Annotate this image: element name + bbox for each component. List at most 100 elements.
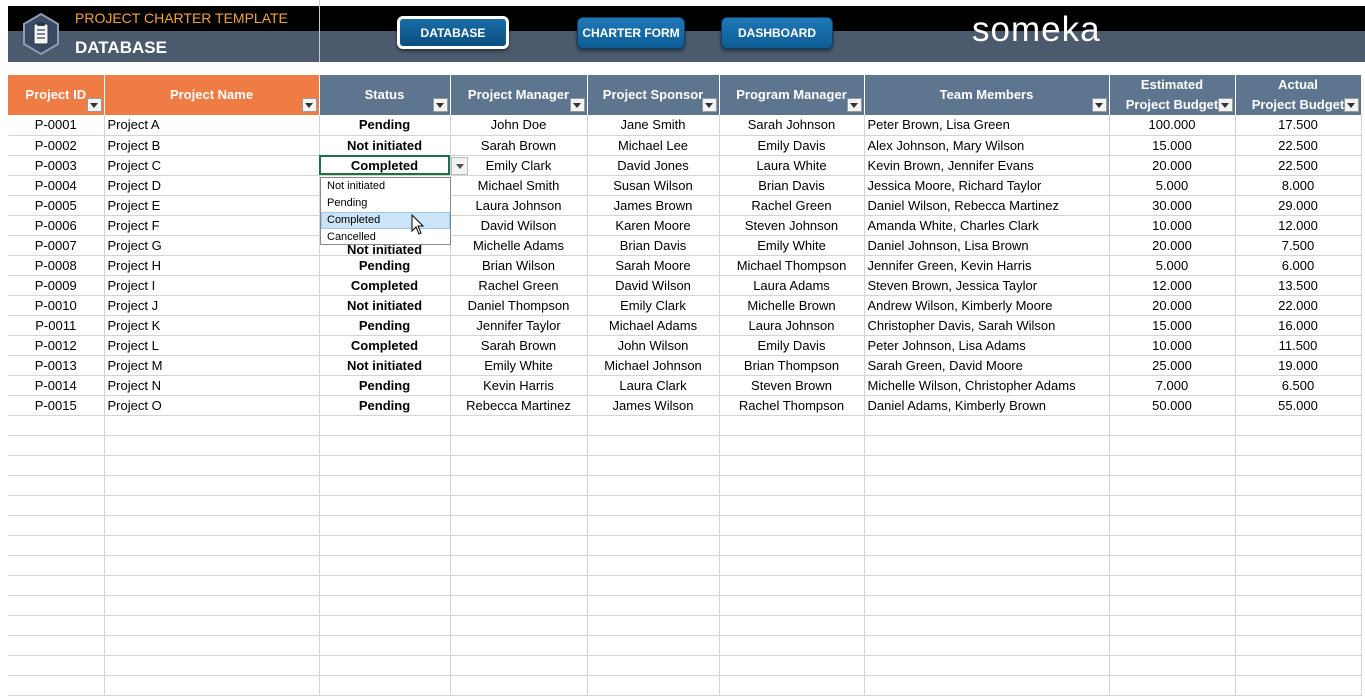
cell-project-name[interactable]: Project K: [104, 315, 320, 336]
cell-project-id[interactable]: P-0014: [8, 375, 105, 396]
cell-project-id[interactable]: P-0008: [8, 255, 105, 276]
cell-project-sponsor[interactable]: [587, 635, 720, 656]
cell-project-manager[interactable]: Daniel Thompson: [450, 295, 588, 316]
cell-project-name[interactable]: [104, 435, 320, 456]
cell-project-manager[interactable]: Kevin Harris: [450, 375, 588, 396]
cell-project-name[interactable]: Project E: [104, 195, 320, 216]
cell-status[interactable]: [319, 615, 451, 636]
cell-project-manager[interactable]: Michael Smith: [450, 175, 588, 196]
cell-project-manager[interactable]: [450, 635, 588, 656]
cell-project-id[interactable]: P-0004: [8, 175, 105, 196]
cell-estimated-budget[interactable]: [1109, 615, 1236, 636]
cell-status[interactable]: Completed: [319, 335, 451, 356]
cell-project-id[interactable]: P-0013: [8, 355, 105, 376]
cell-status[interactable]: [319, 675, 451, 696]
cell-program-manager[interactable]: [719, 475, 865, 496]
cell-actual-budget[interactable]: [1235, 515, 1362, 536]
cell-project-sponsor[interactable]: [587, 515, 720, 536]
cell-actual-budget[interactable]: 22.500: [1235, 155, 1362, 176]
cell-project-manager[interactable]: [450, 675, 588, 696]
cell-team-members[interactable]: Peter Brown, Lisa Green: [864, 115, 1110, 136]
cell-project-name[interactable]: Project A: [104, 115, 320, 136]
cell-status[interactable]: [319, 515, 451, 536]
cell-project-id[interactable]: [8, 415, 105, 436]
cell-project-manager[interactable]: [450, 495, 588, 516]
cell-project-id[interactable]: [8, 595, 105, 616]
dropdown-option-not-initiated[interactable]: Not initiated: [321, 178, 450, 195]
filter-dropdown-icon[interactable]: [701, 98, 717, 112]
cell-project-manager[interactable]: David Wilson: [450, 215, 588, 236]
cell-estimated-budget[interactable]: [1109, 495, 1236, 516]
cell-estimated-budget[interactable]: [1109, 475, 1236, 496]
cell-actual-budget[interactable]: 8.000: [1235, 175, 1362, 196]
cell-status[interactable]: [319, 555, 451, 576]
cell-team-members[interactable]: [864, 415, 1110, 436]
cell-team-members[interactable]: Daniel Wilson, Rebecca Martinez: [864, 195, 1110, 216]
cell-status[interactable]: Pending: [319, 115, 451, 136]
cell-team-members[interactable]: Jessica Moore, Richard Taylor: [864, 175, 1110, 196]
cell-estimated-budget[interactable]: 20.000: [1109, 295, 1236, 316]
cell-estimated-budget[interactable]: 15.000: [1109, 135, 1236, 156]
cell-estimated-budget[interactable]: 20.000: [1109, 155, 1236, 176]
cell-actual-budget[interactable]: [1235, 475, 1362, 496]
cell-team-members[interactable]: [864, 575, 1110, 596]
cell-status[interactable]: Completed: [319, 275, 451, 296]
filter-dropdown-icon[interactable]: [1091, 98, 1107, 112]
cell-status[interactable]: [319, 495, 451, 516]
filter-dropdown-icon[interactable]: [846, 98, 862, 112]
cell-project-sponsor[interactable]: [587, 655, 720, 676]
cell-status[interactable]: Pending: [319, 315, 451, 336]
cell-team-members[interactable]: [864, 675, 1110, 696]
cell-project-name[interactable]: Project M: [104, 355, 320, 376]
cell-project-name[interactable]: [104, 555, 320, 576]
cell-project-id[interactable]: [8, 435, 105, 456]
cell-project-manager[interactable]: Rachel Green: [450, 275, 588, 296]
cell-actual-budget[interactable]: [1235, 615, 1362, 636]
cell-project-sponsor[interactable]: [587, 535, 720, 556]
cell-team-members[interactable]: [864, 475, 1110, 496]
cell-project-sponsor[interactable]: [587, 555, 720, 576]
cell-team-members[interactable]: Steven Brown, Jessica Taylor: [864, 275, 1110, 296]
cell-team-members[interactable]: Sarah Green, David Moore: [864, 355, 1110, 376]
cell-team-members[interactable]: [864, 615, 1110, 636]
cell-program-manager[interactable]: Michelle Brown: [719, 295, 865, 316]
cell-estimated-budget[interactable]: [1109, 535, 1236, 556]
cell-team-members[interactable]: Jennifer Green, Kevin Harris: [864, 255, 1110, 276]
cell-status[interactable]: Not initiated: [319, 355, 451, 376]
cell-project-id[interactable]: P-0005: [8, 195, 105, 216]
cell-actual-budget[interactable]: [1235, 595, 1362, 616]
cell-project-sponsor[interactable]: Michael Adams: [587, 315, 720, 336]
cell-project-id[interactable]: P-0002: [8, 135, 105, 156]
cell-dropdown-arrow-icon[interactable]: [451, 157, 468, 175]
cell-actual-budget[interactable]: 17.500: [1235, 115, 1362, 136]
cell-actual-budget[interactable]: 12.000: [1235, 215, 1362, 236]
cell-team-members[interactable]: Michelle Wilson, Christopher Adams: [864, 375, 1110, 396]
dropdown-option-pending[interactable]: Pending: [321, 195, 450, 212]
cell-project-id[interactable]: [8, 515, 105, 536]
dropdown-option-completed[interactable]: Completed: [321, 212, 450, 229]
cell-actual-budget[interactable]: 29.000: [1235, 195, 1362, 216]
cell-project-id[interactable]: P-0003: [8, 155, 105, 176]
cell-project-id[interactable]: [8, 455, 105, 476]
cell-project-name[interactable]: Project B: [104, 135, 320, 156]
cell-program-manager[interactable]: [719, 515, 865, 536]
cell-project-name[interactable]: Project N: [104, 375, 320, 396]
cell-actual-budget[interactable]: [1235, 495, 1362, 516]
cell-program-manager[interactable]: [719, 595, 865, 616]
cell-actual-budget[interactable]: 6.000: [1235, 255, 1362, 276]
cell-estimated-budget[interactable]: 50.000: [1109, 395, 1236, 416]
cell-project-id[interactable]: [8, 555, 105, 576]
cell-program-manager[interactable]: [719, 415, 865, 436]
cell-estimated-budget[interactable]: 5.000: [1109, 175, 1236, 196]
cell-program-manager[interactable]: Sarah Johnson: [719, 115, 865, 136]
cell-project-sponsor[interactable]: Sarah Moore: [587, 255, 720, 276]
cell-project-id[interactable]: [8, 475, 105, 496]
cell-project-id[interactable]: P-0001: [8, 115, 105, 136]
cell-project-name[interactable]: Project G: [104, 235, 320, 256]
cell-actual-budget[interactable]: 55.000: [1235, 395, 1362, 416]
cell-team-members[interactable]: [864, 495, 1110, 516]
cell-project-manager[interactable]: [450, 655, 588, 676]
cell-project-id[interactable]: [8, 535, 105, 556]
cell-actual-budget[interactable]: 16.000: [1235, 315, 1362, 336]
cell-program-manager[interactable]: Laura Johnson: [719, 315, 865, 336]
